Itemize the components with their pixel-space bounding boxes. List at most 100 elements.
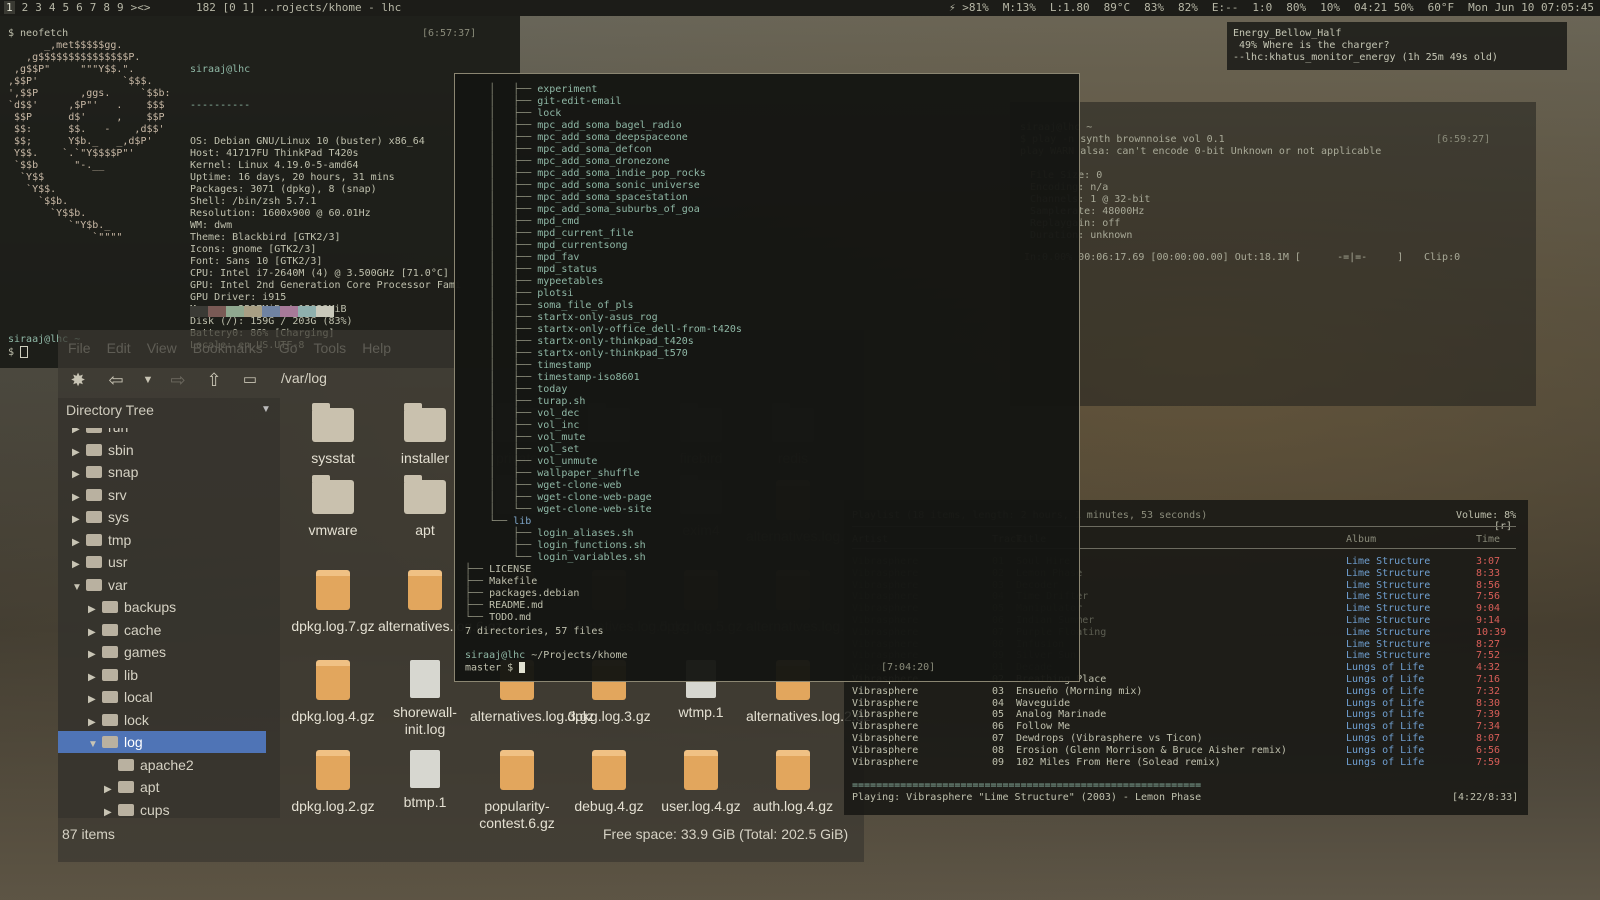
- tree-entry: lib: [513, 516, 532, 527]
- chevron-down-icon[interactable]: ▼: [261, 404, 271, 415]
- cell-track: 06: [992, 721, 1005, 733]
- tree-item-run[interactable]: ▶run: [58, 428, 266, 438]
- tree-line: │ ├── wallpaper_shuffle: [465, 468, 742, 480]
- tree-item-cups[interactable]: ▶ cups: [58, 799, 266, 821]
- file-item[interactable]: popularity-contest.6.gz: [470, 750, 564, 832]
- file-item[interactable]: auth.log.4.gz: [746, 750, 840, 815]
- tree-item-sbin[interactable]: ▶ sbin: [58, 439, 266, 461]
- tree-item-apache2[interactable]: apache2: [58, 754, 266, 776]
- tree-item-local[interactable]: ▶ local: [58, 686, 266, 708]
- path-bar[interactable]: /var/log: [281, 370, 327, 386]
- sidebar-title[interactable]: Directory Tree: [66, 402, 154, 418]
- notification[interactable]: Energy_Bellow_Half 49% Where is the char…: [1227, 22, 1567, 70]
- file-item[interactable]: dpkg.log.7.gz: [286, 570, 380, 635]
- tag-7[interactable]: 7: [90, 1, 97, 14]
- collapsed-arrow-icon[interactable]: ▶: [104, 802, 118, 824]
- tree-item-tmp[interactable]: ▶ tmp: [58, 529, 266, 551]
- tag-5[interactable]: 5: [63, 1, 70, 14]
- tag-9[interactable]: 9: [117, 1, 124, 14]
- menu-go[interactable]: Go: [279, 340, 298, 356]
- file-item[interactable]: dpkg.log.2.gz: [286, 750, 380, 815]
- tree-item-label: var: [108, 576, 128, 593]
- tree-line: ├── login_aliases.sh: [465, 528, 742, 540]
- info-separator: ----------: [190, 100, 251, 111]
- tag-1[interactable]: 1: [4, 1, 15, 14]
- status-bar: 1 2 3 4 5 6 7 8 9 ><> 182 [0 1] ..rojects/khome -…: [0, 0, 1600, 16]
- up-icon[interactable]: ⇧: [202, 368, 226, 392]
- tree-entry: mpd_cmd: [537, 216, 580, 227]
- tree-item-lib[interactable]: ▶ lib: [58, 664, 266, 686]
- tree-item-srv[interactable]: ▶ srv: [58, 484, 266, 506]
- tree-item-backups[interactable]: ▶ backups: [58, 596, 266, 618]
- tree-output: │ ├── experiment │ ├── git-edit-email │ …: [465, 84, 742, 624]
- color-swatch: [316, 306, 334, 317]
- layout-indicator[interactable]: ><>: [131, 1, 151, 14]
- home-icon[interactable]: ✸: [66, 368, 90, 392]
- playlist-row[interactable]: Vibrasphere 06 Follow Me Lungs of Life 7:34: [852, 721, 1522, 733]
- tree-line: │ ├── mpd_status: [465, 264, 742, 276]
- tree-item-usr[interactable]: ▶ usr: [58, 551, 266, 573]
- file-item[interactable]: sysstat: [286, 403, 380, 467]
- file-item[interactable]: debug.4.gz: [562, 750, 656, 815]
- tree-item-lock[interactable]: ▶ lock: [58, 709, 266, 731]
- tree-entry: mpc_add_soma_indie_pop_rocks: [537, 168, 706, 179]
- tree-item-sys[interactable]: ▶ sys: [58, 506, 266, 528]
- menu-file[interactable]: File: [68, 340, 91, 356]
- chevron-down-icon[interactable]: ▼: [136, 368, 160, 392]
- column-header[interactable]: Album: [1346, 534, 1376, 546]
- file-item[interactable]: dpkg.log.4.gz: [286, 660, 380, 725]
- playlist-row[interactable]: Vibrasphere 08 Erosion (Glenn Morrison & B…: [852, 745, 1522, 757]
- menu-bookmarks[interactable]: Bookmarks: [193, 340, 263, 356]
- cell-artist: Vibrasphere: [852, 733, 919, 744]
- tree-item-cache[interactable]: ▶ cache: [58, 619, 266, 641]
- tree-terminal[interactable]: │ ├── experiment │ ├── git-edit-email │ …: [454, 73, 1080, 682]
- menu-bar[interactable]: File Edit View Bookmarks Go Tools Help: [68, 340, 407, 356]
- tree-entry: TODO.md: [489, 612, 532, 623]
- tree-item-label: cache: [124, 621, 162, 638]
- playlist-row[interactable]: Vibrasphere 05 Analog Marinade Lungs of Lif…: [852, 709, 1522, 721]
- neofetch-terminal[interactable]: $ neofetch [6:57:37] _,met$$$$$gg. ,g$$$…: [0, 16, 520, 368]
- sox-terminal[interactable]: siraaj@lhc ~ $ play -n synth brownnoise …: [1010, 102, 1536, 406]
- prompt[interactable]: $: [8, 346, 29, 359]
- tag-8[interactable]: 8: [103, 1, 110, 14]
- tree-item-label: sbin: [108, 441, 134, 458]
- cell-album: Lungs of Life: [1346, 744, 1425, 756]
- playlist-row[interactable]: Vibrasphere 04 Waveguide Lungs of Life 8:30: [852, 698, 1522, 710]
- status-item: 10%: [1320, 1, 1341, 14]
- tree-item-games[interactable]: ▶ games: [58, 641, 266, 663]
- archive-icon: [316, 660, 350, 700]
- tree-item-var[interactable]: ▼ var: [58, 574, 266, 596]
- menu-view[interactable]: View: [147, 340, 177, 356]
- prompt[interactable]: master $: [465, 662, 526, 675]
- tag-list[interactable]: 1 2 3 4 5 6 7 8 9 ><>: [2, 0, 156, 16]
- playlist-row[interactable]: Vibrasphere 07 Dewdrops (Vibrasphere vs Ti…: [852, 733, 1522, 745]
- tree-item-apt[interactable]: ▶ apt: [58, 776, 266, 798]
- folder-icon: [102, 668, 118, 681]
- playlist-row[interactable]: Vibrasphere 03 Ensueño (Morning mix) Lungs …: [852, 686, 1522, 698]
- menu-help[interactable]: Help: [362, 340, 391, 356]
- menu-edit[interactable]: Edit: [107, 340, 131, 356]
- tree-line: │ ├── git-edit-email: [465, 96, 742, 108]
- info-line: WM: dwm: [190, 220, 233, 231]
- tree-item-snap[interactable]: ▶ snap: [58, 461, 266, 483]
- cell-album: Lime Structure: [1346, 650, 1431, 662]
- playlist-row[interactable]: Vibrasphere 09 102 Miles From Here (Solead…: [852, 757, 1522, 769]
- tag-3[interactable]: 3: [35, 1, 42, 14]
- back-icon[interactable]: ⇦: [104, 368, 128, 392]
- forward-icon[interactable]: ⇨: [166, 368, 190, 392]
- cell-artist: Vibrasphere: [852, 721, 919, 733]
- file-item[interactable]: vmware: [286, 475, 380, 539]
- tree-branch: │ ├──: [465, 396, 538, 407]
- cell-title: Dewdrops (Vibrasphere vs Ticon): [1016, 733, 1203, 744]
- tag-6[interactable]: 6: [76, 1, 83, 14]
- file-item[interactable]: user.log.4.gz: [654, 750, 748, 815]
- menu-tools[interactable]: Tools: [314, 340, 347, 356]
- tag-4[interactable]: 4: [49, 1, 56, 14]
- tree-entry: turap.sh: [537, 396, 586, 407]
- tag-2[interactable]: 2: [22, 1, 29, 14]
- file-item[interactable]: btmp.1: [378, 750, 472, 811]
- tree-item-log[interactable]: ▼ log: [58, 731, 266, 753]
- column-header[interactable]: Time: [1476, 534, 1500, 546]
- tree-branch: │ ├──: [465, 168, 538, 179]
- debian-logo-ascii: _,met$$$$$gg. ,g$$$$$$$$$$$$$$$P. ,g$$P"…: [8, 40, 171, 243]
